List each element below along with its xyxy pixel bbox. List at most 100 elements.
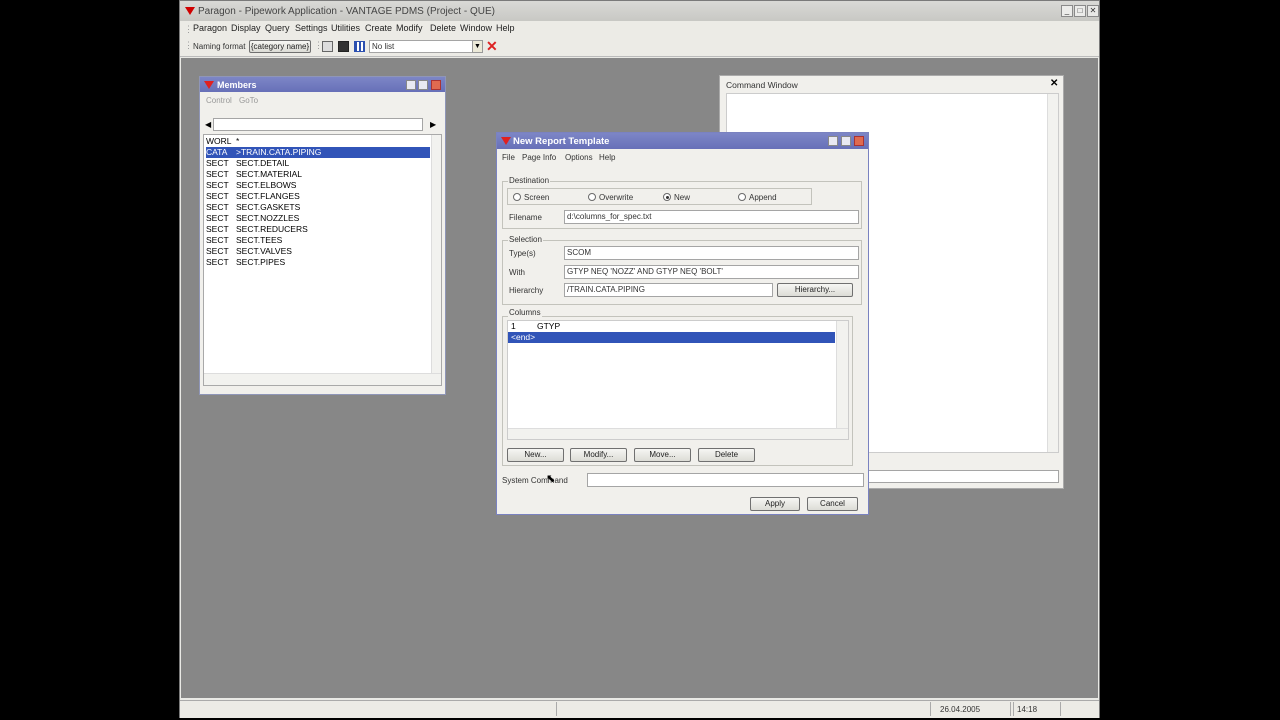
report-maximize-icon[interactable]	[841, 136, 851, 146]
list-item[interactable]: SECT SECT.PIPES	[206, 257, 430, 268]
member-name: SECT.DETAIL	[236, 158, 290, 168]
table-row[interactable]: 1 GTYP	[508, 321, 835, 332]
member-type: SECT	[206, 180, 229, 190]
save-icon[interactable]	[338, 41, 349, 52]
main-title-bar[interactable]: Paragon - Pipework Application - VANTAGE…	[180, 1, 1099, 21]
menu-create[interactable]: Create	[365, 23, 392, 33]
status-bar: 26.04.2005 14:18	[180, 700, 1099, 718]
menu-settings[interactable]: Settings	[295, 23, 328, 33]
members-menu-goto[interactable]: GoTo	[239, 96, 258, 105]
scroll-right-icon[interactable]: ▶	[430, 120, 436, 129]
members-minimize-icon[interactable]	[406, 80, 416, 90]
radio-screen[interactable]	[513, 193, 521, 201]
menu-query[interactable]: Query	[265, 23, 290, 33]
copy-icon[interactable]	[322, 41, 333, 52]
with-label: With	[509, 268, 525, 277]
members-maximize-icon[interactable]	[418, 80, 428, 90]
radio-overwrite-label: Overwrite	[599, 193, 634, 202]
column-modify-button[interactable]: Modify...	[570, 448, 627, 462]
menu-modify[interactable]: Modify	[396, 23, 423, 33]
list-item[interactable]: WORL *	[206, 136, 430, 147]
status-date: 26.04.2005	[940, 705, 981, 714]
main-toolbar: ⋮ Naming format {category name} ⋮ No lis…	[180, 37, 1099, 57]
command-window-title: Command Window	[726, 80, 798, 90]
columns-list[interactable]: 1 GTYP <end>	[507, 320, 849, 440]
list-item[interactable]: SECT SECT.VALVES	[206, 246, 430, 257]
member-name: SECT.GASKETS	[236, 202, 301, 212]
list-view-icon[interactable]	[354, 41, 365, 52]
apply-button[interactable]: Apply	[750, 497, 800, 511]
columns-vscrollbar[interactable]	[836, 321, 848, 428]
cancel-button[interactable]: Cancel	[807, 497, 858, 511]
member-type: SECT	[206, 257, 229, 267]
members-title: Members	[217, 80, 257, 90]
list-item[interactable]: SECT SECT.FLANGES	[206, 191, 430, 202]
columns-hscrollbar[interactable]	[508, 428, 848, 439]
menu-display[interactable]: Display	[231, 23, 261, 33]
radio-append-label: Append	[749, 193, 777, 202]
column-move-button[interactable]: Move...	[634, 448, 691, 462]
list-item[interactable]: SECT SECT.DETAIL	[206, 158, 430, 169]
app-title: Paragon - Pipework Application - VANTAGE…	[198, 6, 495, 17]
command-window-close-icon[interactable]: ✕	[1050, 78, 1058, 89]
toolbar-grip-icon: ⋮	[184, 40, 193, 50]
member-type: SECT	[206, 246, 229, 256]
hierarchy-button[interactable]: Hierarchy...	[777, 283, 853, 297]
types-field[interactable]: SCOM	[564, 246, 859, 260]
list-item[interactable]: SECT SECT.MATERIAL	[206, 169, 430, 180]
radio-new[interactable]	[663, 193, 671, 201]
list-select[interactable]: No list	[369, 40, 474, 53]
maximize-icon[interactable]: □	[1074, 5, 1086, 17]
report-menu-file[interactable]: File	[502, 153, 515, 162]
hierarchy-field[interactable]: /TRAIN.CATA.PIPING	[564, 283, 773, 297]
report-menu-page-info[interactable]: Page Info	[522, 153, 556, 162]
table-row[interactable]: <end>	[508, 332, 835, 343]
status-separator	[556, 702, 557, 716]
members-close-icon[interactable]	[431, 80, 441, 90]
list-item[interactable]: SECT SECT.ELBOWS	[206, 180, 430, 191]
radio-overwrite[interactable]	[588, 193, 596, 201]
member-type: SECT	[206, 213, 229, 223]
status-separator	[930, 702, 931, 716]
menu-delete[interactable]: Delete	[430, 23, 456, 33]
category-name-button[interactable]: {category name}	[249, 40, 311, 53]
system-command-field[interactable]	[587, 473, 864, 487]
scroll-left-icon[interactable]: ◀	[205, 120, 211, 129]
report-menu-help[interactable]: Help	[599, 153, 615, 162]
list-item[interactable]: SECT SECT.GASKETS	[206, 202, 430, 213]
with-field[interactable]: GTYP NEQ 'NOZZ' AND GTYP NEQ 'BOLT'	[564, 265, 859, 279]
column-name: <end>	[511, 332, 536, 342]
clear-list-icon[interactable]: ✕	[486, 38, 498, 55]
status-separator	[1010, 702, 1011, 716]
members-title-bar[interactable]: Members	[200, 77, 445, 92]
members-vscrollbar[interactable]	[431, 135, 441, 373]
radio-append[interactable]	[738, 193, 746, 201]
members-path-input[interactable]	[213, 118, 423, 131]
command-vscrollbar[interactable]	[1047, 94, 1058, 452]
members-list[interactable]: WORL * CATA >TRAIN.CATA.PIPING SECT SECT.DE…	[203, 134, 442, 386]
members-hscrollbar[interactable]	[204, 373, 441, 385]
filename-field[interactable]: d:\columns_for_spec.txt	[564, 210, 859, 224]
report-title-bar[interactable]: New Report Template	[497, 133, 868, 149]
member-type: SECT	[206, 202, 229, 212]
mouse-cursor-icon: ⬉	[546, 473, 556, 485]
members-window: Members Control GoTo ◀ ▶ WORL * CATA >TRAI…	[199, 76, 446, 395]
report-close-icon[interactable]	[854, 136, 864, 146]
column-delete-button[interactable]: Delete	[698, 448, 755, 462]
list-item[interactable]: CATA >TRAIN.CATA.PIPING	[206, 147, 430, 158]
menu-help[interactable]: Help	[496, 23, 515, 33]
close-icon[interactable]: ✕	[1087, 5, 1099, 17]
members-menu-control[interactable]: Control	[206, 96, 232, 105]
list-item[interactable]: SECT SECT.TEES	[206, 235, 430, 246]
menu-utilities[interactable]: Utilities	[331, 23, 360, 33]
menu-window[interactable]: Window	[460, 23, 492, 33]
chevron-down-icon[interactable]: ▼	[472, 40, 483, 53]
report-minimize-icon[interactable]	[828, 136, 838, 146]
column-new-button[interactable]: New...	[507, 448, 564, 462]
system-command-label: System Command	[502, 476, 568, 485]
minimize-icon[interactable]: _	[1061, 5, 1073, 17]
menu-paragon[interactable]: Paragon	[193, 23, 227, 33]
report-menu-options[interactable]: Options	[565, 153, 593, 162]
list-item[interactable]: SECT SECT.NOZZLES	[206, 213, 430, 224]
list-item[interactable]: SECT SECT.REDUCERS	[206, 224, 430, 235]
